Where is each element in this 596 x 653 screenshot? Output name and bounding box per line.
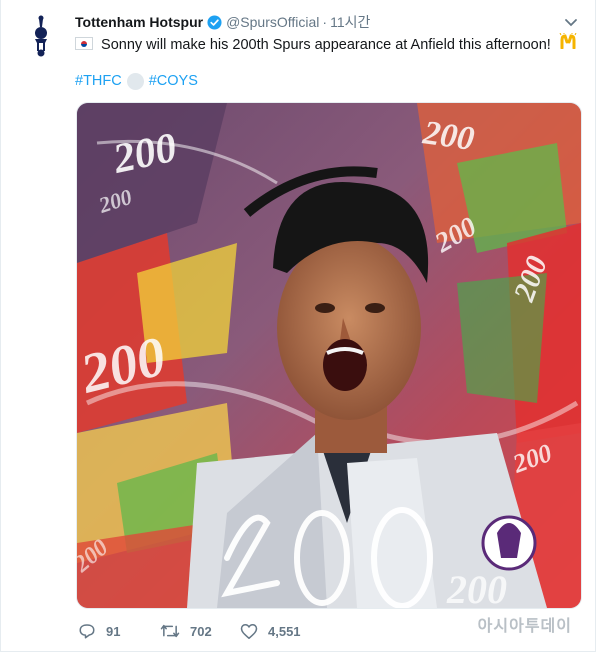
reply-icon: [79, 624, 95, 639]
avatar[interactable]: [18, 12, 64, 58]
like-button[interactable]: 4,551: [240, 623, 301, 640]
chevron-down-icon[interactable]: [562, 14, 580, 32]
heart-icon: [240, 623, 258, 639]
reply-count: 91: [106, 623, 121, 639]
hashtag-coys[interactable]: #COYS: [149, 72, 198, 90]
south-korea-flag-icon: [75, 37, 93, 50]
tweet-media-image[interactable]: 200 200 200 200 200 200 200 200 200: [76, 102, 582, 609]
media-number: 200: [446, 567, 507, 608]
football-icon: [126, 72, 144, 90]
tweet-text: Sonny will make his 200th Spurs appearan…: [75, 32, 578, 55]
tweet-header: Tottenham Hotspur @SpursOfficial · 11시간: [75, 12, 556, 32]
author-handle[interactable]: @SpursOfficial: [226, 14, 319, 30]
tweet-body: Sonny will make his 200th Spurs appearan…: [101, 37, 551, 53]
tweet-actions: 91 702 4,551: [78, 620, 301, 642]
raised-hands-icon: [559, 32, 577, 55]
media-number: 200: [420, 114, 477, 158]
spurs-crest-icon: [35, 15, 47, 57]
retweet-count: 702: [190, 623, 212, 639]
retweet-button[interactable]: 702: [160, 622, 240, 640]
author-name[interactable]: Tottenham Hotspur: [75, 14, 203, 30]
reply-button[interactable]: 91: [78, 622, 160, 640]
separator-dot: ·: [322, 14, 328, 30]
hashtag-thfc[interactable]: #THFC: [75, 72, 122, 90]
watermark: 아시아투데이: [477, 618, 572, 635]
retweet-icon: [160, 624, 180, 638]
like-count: 4,551: [268, 623, 301, 639]
tweet-timestamp[interactable]: 11시간: [330, 12, 370, 32]
verified-badge-icon: [207, 14, 222, 30]
hashtags: #THFC #COYS: [75, 72, 198, 90]
